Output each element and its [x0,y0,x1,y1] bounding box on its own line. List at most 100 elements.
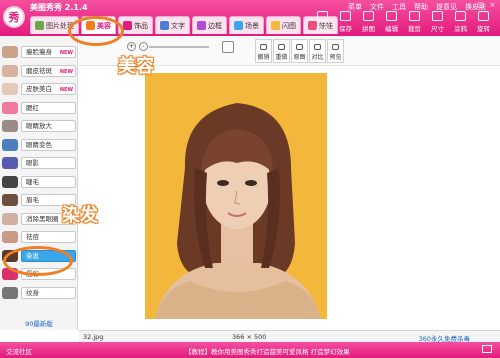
edit-tool-button[interactable]: 预览 [327,39,344,63]
fit-to-window-icon[interactable] [222,41,234,53]
edit-tool-button[interactable]: 撤销 [255,39,272,63]
canvas-area: + - 撤销 重做 原图 对比 预览 [79,36,500,330]
tool-label: 消除黑眼圈 [26,214,59,223]
toolbar-icon [363,11,374,21]
tool-label: 眼睛放大 [26,122,52,130]
tool-label: 眼影 [26,159,39,167]
beauty-tab-highlight-ring [68,16,124,46]
beauty-tools-panel: 瘦脸瘦身 NEW 磨皮祛斑 NEW 皮肤美白 NEW 腮红 眼睛放大 眼睛变色 眼影 睫毛 眉毛 消除黑… [0,36,78,330]
toolbar-icon [432,11,443,21]
right-toolbar: 打开 保存 拼图 编辑 裁剪 尺寸 涂鸦 旋转 [314,11,492,33]
tool-label: 磨皮祛斑 [26,66,52,75]
tool-thumbnail-icon [2,83,18,95]
tool-thumbnail-icon [2,138,18,151]
tool-thumbnail-icon [2,212,18,225]
zoom-in-icon[interactable]: + [127,42,136,51]
app-logo: 秀 [3,6,25,28]
toolbar-icon [340,11,351,21]
tool-button[interactable]: 腮红 [21,101,76,114]
tab-icon [234,21,243,30]
toolbar-label: 拼图 [362,25,375,33]
toolbar-label: 旋转 [477,25,490,33]
panel-footer-link[interactable]: 90最新版 [0,318,78,330]
tool-button[interactable]: 纹身 [21,286,76,299]
tool-label: 腮红 [26,103,39,112]
tool-label: 眉毛 [26,196,39,204]
beauty-tool-item[interactable]: 眼睛变色 [2,138,76,152]
toolbar-button[interactable]: 打开 [314,11,331,33]
toolbar-icon [455,11,466,21]
toolbar-button[interactable]: 保存 [337,11,354,33]
toolbar-label: 尺寸 [431,25,444,33]
toolbar-button[interactable]: 编辑 [383,11,400,33]
zoom-out-icon[interactable]: - [139,42,148,51]
toolbar-button[interactable]: 裁剪 [406,11,423,33]
toolbar-button[interactable]: 旋转 [475,11,492,33]
tool-label: 纹身 [26,288,39,297]
tutorial-news-link[interactable]: 【教程】教你用美图秀秀打造甜美可爱风格 打造梦幻效果 [185,346,350,356]
beauty-tool-item[interactable]: 皮肤美白 NEW [2,82,76,96]
beauty-tool-item[interactable]: 瘦脸瘦身 NEW [2,45,76,59]
community-link[interactable]: 交流社区 [6,346,32,356]
hair-dye-highlight-ring [3,246,73,276]
edit-tool-button[interactable]: 原图 [291,39,308,63]
toolbar-button[interactable]: 拼图 [360,11,377,33]
status-filename: 32.jpg [83,333,104,341]
beauty-tool-item[interactable]: 眼睛放大 [2,119,76,133]
beauty-tool-item[interactable]: 睫毛 [2,175,76,189]
tool-button[interactable]: 眼睛放大 [21,120,76,132]
tool-thumbnail-icon [2,157,18,169]
new-badge: NEW [59,68,73,75]
tool-button[interactable]: 睫毛 [21,175,76,188]
tab-3[interactable]: 文字 [155,16,190,34]
tab-label: 文字 [171,21,185,30]
new-badge: NEW [59,87,73,93]
tool-button[interactable]: 眼睛变色 [21,138,76,151]
tool-button[interactable]: 磨皮祛斑 NEW [21,64,76,77]
close-icon[interactable]: × [488,1,497,9]
tool-thumbnail-icon [2,46,18,58]
toolbar-icon [409,11,420,21]
tool-button[interactable]: 皮肤美白 NEW [21,83,76,95]
beauty-tool-item[interactable]: 磨皮祛斑 NEW [2,64,76,78]
edit-tool-icon [278,44,285,50]
edit-tool-icon [314,44,321,50]
toolbar-icon [478,11,489,21]
tool-button[interactable]: 祛痘 [21,231,76,243]
minimize-tray-icon[interactable] [482,345,492,353]
tab-label: 边框 [208,21,222,30]
tab-label: 饰品 [134,21,148,30]
beauty-tool-item[interactable]: 眼影 [2,156,76,170]
tab-icon [271,21,280,30]
tab-icon [35,21,44,30]
edit-tool-button[interactable]: 重做 [273,39,290,63]
edit-tool-label: 原图 [293,54,306,61]
tool-button[interactable]: 眼影 [21,157,76,169]
beauty-tool-item[interactable]: 纹身 [2,286,76,300]
toolbar-button[interactable]: 尺寸 [429,11,446,33]
maximize-icon[interactable]: □ [476,1,485,9]
tool-thumbnail-icon [2,231,18,243]
edit-tool-icon [332,44,339,50]
beauty-tool-item[interactable]: 祛痘 [2,230,76,244]
toolbar-label: 打开 [316,25,329,33]
tool-button[interactable]: 瘦脸瘦身 NEW [21,46,76,58]
toolbar-label: 保存 [339,25,352,33]
minimize-icon[interactable]: - [464,1,473,9]
beauty-tool-item[interactable]: 腮红 [2,101,76,115]
tab-4[interactable]: 边框 [192,16,227,34]
tool-thumbnail-icon [2,101,18,114]
tab-5[interactable]: 场景 [229,16,264,34]
edit-tool-label: 对比 [311,54,324,61]
tab-icon [160,21,169,30]
tool-label: 祛痘 [26,233,39,241]
tab-icon [123,21,132,30]
tab-6[interactable]: 闪图 [266,16,301,34]
toolbar-button[interactable]: 涂鸦 [452,11,469,33]
toolbar-icon [386,11,397,21]
edit-tool-button[interactable]: 对比 [309,39,326,63]
toolbar-label: 涂鸦 [454,25,467,33]
edit-tool-label: 撤销 [257,54,270,61]
tool-label: 睫毛 [26,177,39,186]
zoom-slider[interactable] [149,46,209,48]
